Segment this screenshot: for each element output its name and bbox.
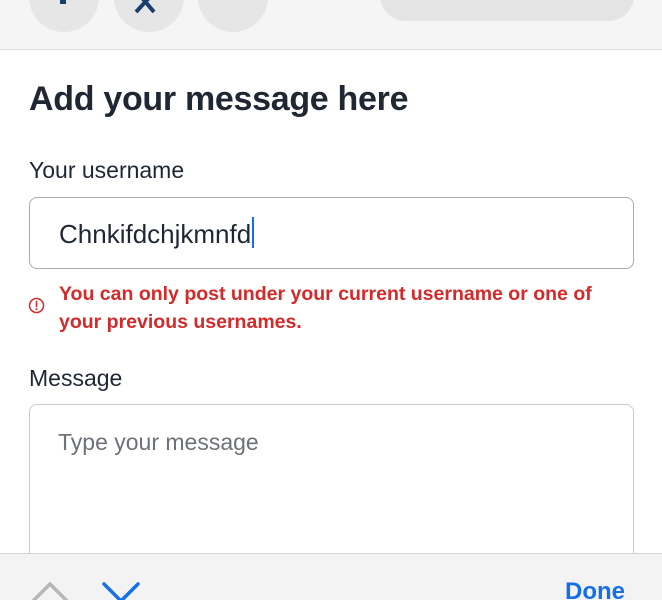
whatsapp-share-button[interactable] <box>198 0 268 32</box>
username-value: Chnkifdchjkmnfd <box>59 219 252 249</box>
error-circle-icon <box>28 297 45 314</box>
facebook-share-button[interactable] <box>29 0 99 32</box>
username-error-message: You can only post under your current use… <box>59 283 592 333</box>
facebook-icon <box>60 0 66 4</box>
x-share-button[interactable] <box>114 0 184 32</box>
whatsapp-icon <box>198 0 268 32</box>
done-button[interactable]: Done <box>565 578 625 600</box>
share-bar <box>0 0 662 50</box>
username-label: Your username <box>29 157 185 183</box>
message-label: Message <box>29 365 123 391</box>
share-pill-button[interactable] <box>380 0 634 21</box>
form-heading: Add your message here <box>29 80 409 118</box>
username-input[interactable]: Chnkifdchjkmnfd <box>29 197 634 269</box>
message-placeholder: Type your message <box>58 429 259 455</box>
keyboard-toolbar: Done <box>0 553 662 600</box>
chevron-up-icon[interactable] <box>29 580 71 600</box>
text-cursor <box>252 217 255 248</box>
x-icon <box>134 0 156 14</box>
message-textarea[interactable]: Type your message <box>29 404 634 574</box>
chevron-down-icon[interactable] <box>101 580 141 600</box>
